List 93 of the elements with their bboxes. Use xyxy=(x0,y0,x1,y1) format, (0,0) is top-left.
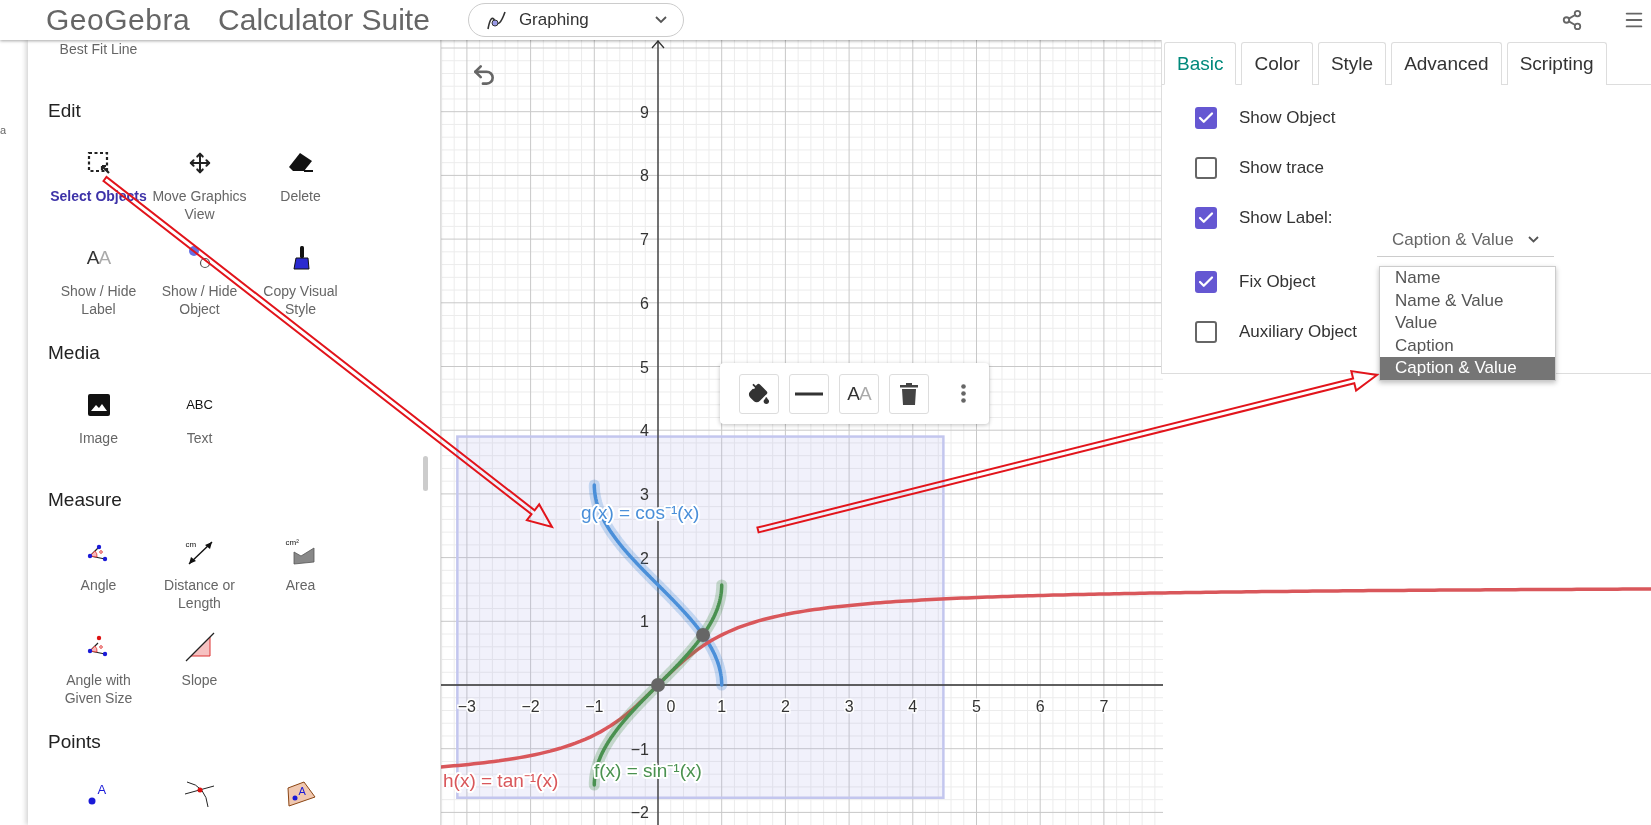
graph-icon xyxy=(484,9,507,31)
app-title: Calculator Suite xyxy=(218,3,430,37)
app-picker[interactable]: Graphing xyxy=(467,3,684,37)
axis-label: 5 xyxy=(640,358,649,376)
tool-label[interactable]: Best Fit Line xyxy=(48,40,149,58)
checkbox[interactable] xyxy=(1195,107,1217,129)
intersection-point[interactable] xyxy=(651,678,665,692)
properties-tab[interactable]: Advanced xyxy=(1391,42,1502,85)
axis-label: 1 xyxy=(640,613,649,631)
axis-label: 2 xyxy=(780,698,790,715)
trash-icon xyxy=(900,382,918,405)
properties-tab[interactable]: Scripting xyxy=(1506,42,1607,85)
side-text: a xyxy=(0,124,8,136)
properties-tab[interactable]: Style xyxy=(1317,42,1387,85)
paint-bucket-icon xyxy=(748,382,770,405)
axis-label: 1 xyxy=(717,698,727,715)
point-on-object-icon: A xyxy=(285,780,316,808)
eraser-icon xyxy=(286,152,315,174)
tool-button[interactable]: AA Show / Hide Label xyxy=(48,244,149,339)
label-style-button[interactable]: AA xyxy=(839,373,879,414)
label-style-icon: AA xyxy=(86,249,111,267)
axis-label: 0 xyxy=(666,698,676,715)
slope-icon xyxy=(184,632,215,662)
option-label: Auxiliary Object xyxy=(1239,321,1358,343)
delete-button[interactable] xyxy=(889,373,929,414)
dropdown-option[interactable]: Name & Value xyxy=(1380,289,1555,312)
axis-label: 7 xyxy=(640,231,649,249)
axis-label: 6 xyxy=(1035,698,1045,715)
axis-label: −2 xyxy=(630,804,649,822)
fill-color-button[interactable] xyxy=(739,373,779,414)
axis-label: −1 xyxy=(585,698,604,715)
intersection-point[interactable] xyxy=(696,627,711,642)
checkbox[interactable] xyxy=(1195,321,1217,343)
section-heading: Measure xyxy=(48,488,123,512)
axis-label: 5 xyxy=(972,698,981,715)
tool-button[interactable]: A xyxy=(250,780,351,825)
option-label: Fix Object xyxy=(1239,271,1316,293)
brush-icon xyxy=(290,245,311,271)
move-icon xyxy=(188,152,211,174)
tool-button[interactable]: ABC Text xyxy=(149,391,250,486)
section-heading: Edit xyxy=(48,99,82,123)
text-tool-icon: ABC xyxy=(186,396,213,414)
tool-button[interactable]: cm Distance or Length xyxy=(149,538,250,633)
axis-label: 7 xyxy=(1099,698,1109,715)
checkbox[interactable] xyxy=(1195,207,1217,229)
caret-icon xyxy=(1527,236,1539,243)
tool-button[interactable]: Slope xyxy=(149,633,250,728)
axis-label: 8 xyxy=(640,167,649,185)
tool-button[interactable]: Show / Hide Object xyxy=(149,244,250,339)
axis-label: 3 xyxy=(844,698,854,715)
tool-button[interactable]: Angle xyxy=(48,538,149,633)
tool-button[interactable]: Angle with Given Size xyxy=(48,633,149,728)
properties-tab[interactable]: Color xyxy=(1241,42,1313,85)
section-heading: Points xyxy=(48,730,102,754)
more-icon xyxy=(960,384,966,403)
dropdown-option[interactable]: Name xyxy=(1380,267,1555,290)
axis-label: −3 xyxy=(457,698,476,715)
dropdown-option[interactable]: Value xyxy=(1380,312,1555,335)
option-label: Show Object xyxy=(1239,107,1336,129)
properties-tab[interactable]: Basic xyxy=(1164,42,1237,85)
checkbox[interactable] xyxy=(1195,157,1217,179)
axis-label: 9 xyxy=(640,103,649,121)
tool-button[interactable]: cm² Area xyxy=(250,538,351,633)
axis-label: 4 xyxy=(640,422,649,440)
share-icon[interactable] xyxy=(1561,9,1583,31)
dropdown-option[interactable]: Caption xyxy=(1380,334,1555,357)
tool-button[interactable]: Image xyxy=(48,391,149,486)
option-label: Show Label: xyxy=(1239,207,1333,229)
scrollbar-thumb[interactable] xyxy=(423,456,428,491)
axis-label: 3 xyxy=(640,485,649,503)
select-icon xyxy=(86,151,111,175)
dropdown-option[interactable]: Caption & Value xyxy=(1380,357,1555,380)
caret-icon xyxy=(654,16,667,24)
axis-label: 6 xyxy=(640,294,649,312)
axis-label: −2 xyxy=(521,698,540,715)
line-icon xyxy=(795,391,823,396)
axis-label: 4 xyxy=(908,698,918,715)
tool-button[interactable]: A xyxy=(48,780,149,825)
function-label: h(x) = tan⁻¹(x) xyxy=(443,770,559,791)
line-style-button[interactable] xyxy=(789,373,829,414)
section-heading: Media xyxy=(48,341,101,365)
undo-button[interactable] xyxy=(471,62,497,88)
checkbox[interactable] xyxy=(1195,271,1217,293)
axis-label: −1 xyxy=(630,740,649,758)
image-icon xyxy=(86,393,111,417)
tool-button[interactable]: Delete xyxy=(250,149,351,244)
axis-label: 2 xyxy=(640,549,649,567)
tool-button[interactable]: Move Graphics View xyxy=(149,149,250,244)
logo: GeoGebra xyxy=(46,3,191,37)
intersect-icon xyxy=(183,780,216,808)
option-label: Show trace xyxy=(1239,157,1325,179)
show-hide-object-icon xyxy=(186,245,213,271)
tool-button[interactable]: Copy Visual Style xyxy=(250,244,351,339)
